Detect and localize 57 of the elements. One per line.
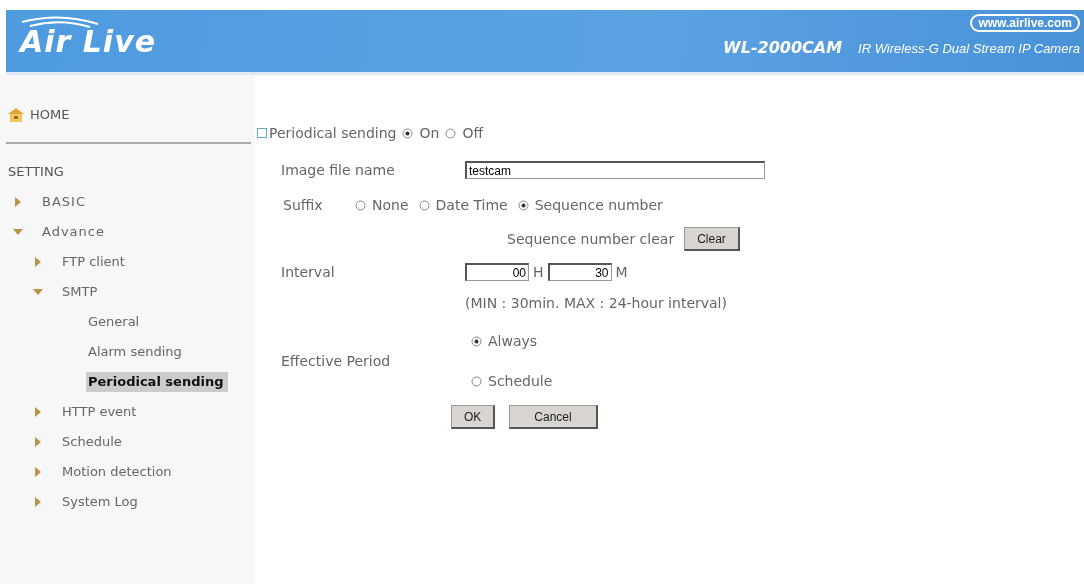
house-icon [8,107,24,122]
radio-label: Sequence number [534,197,663,213]
sidebar-item[interactable]: HTTP event [60,402,141,422]
collapsed-triangle-icon[interactable] [33,257,43,267]
radio-button[interactable] [445,127,457,139]
field-label: Suffix [283,197,324,213]
interval-note: (MIN : 30min. MAX : 24-hour interval) [465,295,727,311]
sidebar-item[interactable]: System Log [60,492,142,512]
radio-button[interactable] [418,199,430,211]
radio-button[interactable] [517,199,529,211]
expanded-triangle-icon[interactable] [33,287,43,297]
file-name-field[interactable]: testcam [465,161,765,179]
sidebar-item[interactable]: Motion detection [60,462,176,482]
sidebar-item[interactable]: Periodical sending [86,372,228,392]
sidebar-item[interactable]: Alarm sending [86,342,186,362]
field-label: Sequence number clear [507,231,675,247]
sidebar-item[interactable]: Schedule [60,432,126,452]
field-label: Interval [281,264,336,280]
expanded-triangle-icon[interactable] [13,227,23,237]
radio-button[interactable] [402,127,414,139]
minutes-field[interactable]: 30 [547,263,612,281]
collapsed-triangle-icon[interactable] [33,497,43,507]
radio-label: Date Time [435,197,508,213]
hours-field[interactable]: 00 [465,263,529,281]
field-label: Effective Period [281,353,392,369]
ok-button[interactable]: OK [451,405,496,429]
logo: Air Live [20,24,157,59]
unit-label: M [615,264,628,280]
sidebar-item[interactable]: SMTP [60,282,102,302]
radio-label: None [372,197,409,213]
radio-button[interactable] [355,199,366,211]
section-title: Periodical sending [269,125,397,141]
sidebar-item[interactable]: FTP client [60,252,129,272]
unit-label: H [533,264,544,280]
section-heading: SETTING [7,164,65,179]
radio-label: On [419,125,440,141]
collapsed-triangle-icon[interactable] [33,407,43,417]
radio-label: Schedule [488,373,553,389]
square-bullet-icon [257,128,267,138]
radio-button[interactable] [471,375,482,387]
clear-button[interactable]: Clear [684,227,740,251]
radio-label: Always [488,333,538,349]
field-label: Image file name [281,162,396,178]
sidebar-item[interactable]: BASIC [40,192,90,212]
collapsed-triangle-icon[interactable] [33,467,43,477]
sidebar-item[interactable]: General [86,312,144,332]
radio-button[interactable] [471,335,482,347]
radio-label: Off [462,125,484,141]
collapsed-triangle-icon[interactable] [33,437,43,447]
website-link[interactable]: www.airlive.com [970,14,1080,32]
collapsed-triangle-icon[interactable] [13,197,23,207]
model-name: WL-2000CAM [723,38,843,57]
product-name: IR Wireless-G Dual Stream IP Camera [858,41,1080,56]
cancel-button[interactable]: Cancel [509,405,598,429]
home-link[interactable]: HOME [30,107,70,122]
wave-icon [20,14,100,28]
sidebar-item[interactable]: Advance [40,222,109,242]
